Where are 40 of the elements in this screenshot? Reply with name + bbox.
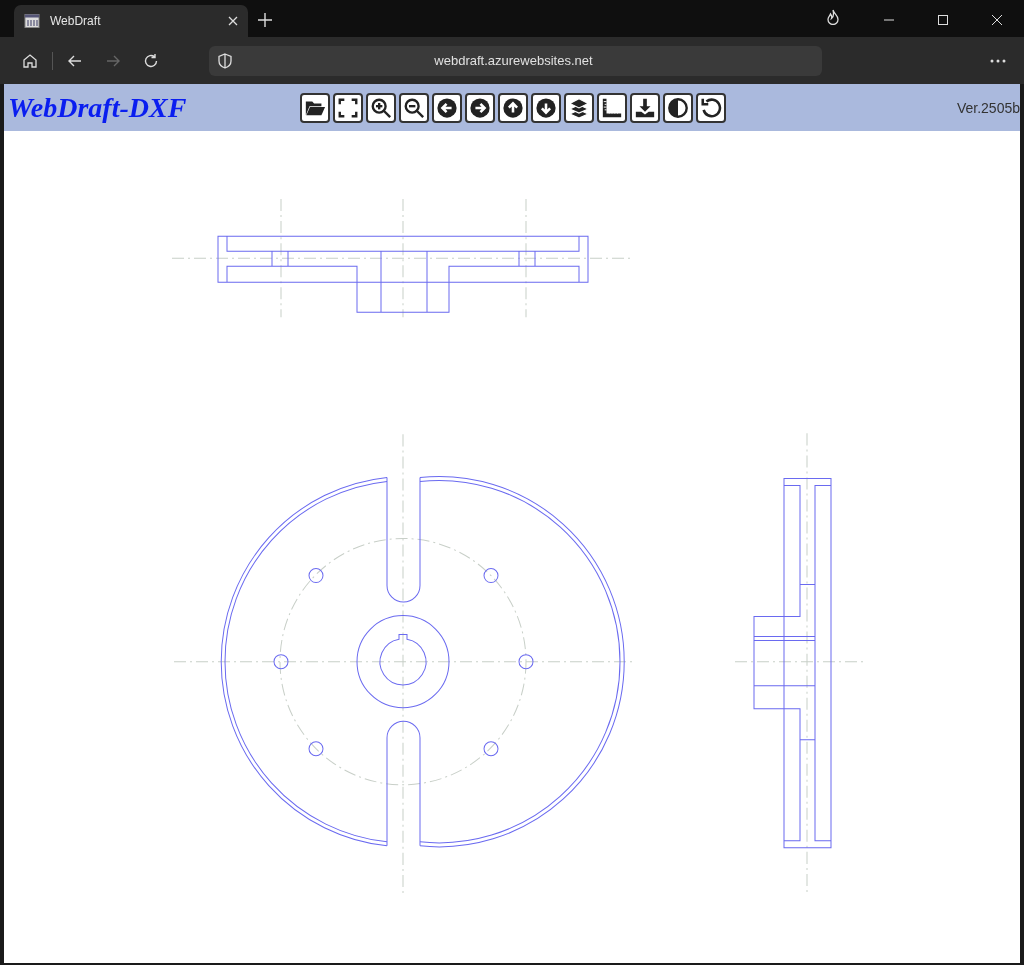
close-icon[interactable] bbox=[992, 15, 1002, 25]
home-icon[interactable] bbox=[22, 52, 38, 69]
pan-down-button[interactable] bbox=[531, 92, 561, 123]
flame-icon[interactable] bbox=[826, 9, 840, 25]
tab-title: WebDraft bbox=[50, 14, 102, 28]
layers-icon bbox=[568, 96, 590, 119]
close-tab-icon[interactable] bbox=[228, 16, 238, 26]
pan-up-button[interactable] bbox=[498, 92, 528, 123]
address-field[interactable]: webdraft.azurewebsites.net bbox=[209, 45, 822, 76]
reload-icon[interactable] bbox=[143, 52, 159, 69]
zoom-out-icon bbox=[403, 96, 425, 119]
measure-button[interactable] bbox=[597, 92, 627, 123]
version-label: Ver.2505b bbox=[956, 99, 1020, 116]
layers-button[interactable] bbox=[564, 92, 594, 123]
zoom-out-button[interactable] bbox=[399, 92, 429, 123]
arrow-up-icon bbox=[502, 96, 524, 119]
arrow-right-icon bbox=[469, 96, 491, 119]
fit-view-button[interactable] bbox=[333, 92, 363, 123]
arrow-left-icon bbox=[436, 96, 458, 119]
app-title: WebDraft-DXF bbox=[8, 91, 188, 124]
shield-icon[interactable] bbox=[217, 52, 233, 69]
pan-right-button[interactable] bbox=[465, 92, 495, 123]
undo-icon bbox=[700, 96, 722, 119]
zoom-in-icon bbox=[370, 96, 392, 119]
zoom-in-button[interactable] bbox=[366, 92, 396, 123]
more-icon[interactable] bbox=[990, 58, 1006, 63]
contrast-icon bbox=[667, 96, 689, 119]
browser-tab[interactable]: WebDraft bbox=[14, 5, 248, 37]
download-icon bbox=[634, 96, 656, 119]
ruler-icon bbox=[601, 96, 623, 119]
maximize-icon[interactable] bbox=[938, 15, 948, 25]
download-button[interactable] bbox=[630, 92, 660, 123]
corners-icon bbox=[337, 96, 359, 119]
pan-left-button[interactable] bbox=[432, 92, 462, 123]
contrast-button[interactable] bbox=[663, 92, 693, 123]
undo-button[interactable] bbox=[696, 92, 726, 123]
open-file-button[interactable] bbox=[300, 92, 330, 123]
new-tab-icon[interactable] bbox=[258, 13, 272, 27]
arrow-down-icon bbox=[535, 96, 557, 119]
calendar-icon bbox=[24, 13, 40, 29]
